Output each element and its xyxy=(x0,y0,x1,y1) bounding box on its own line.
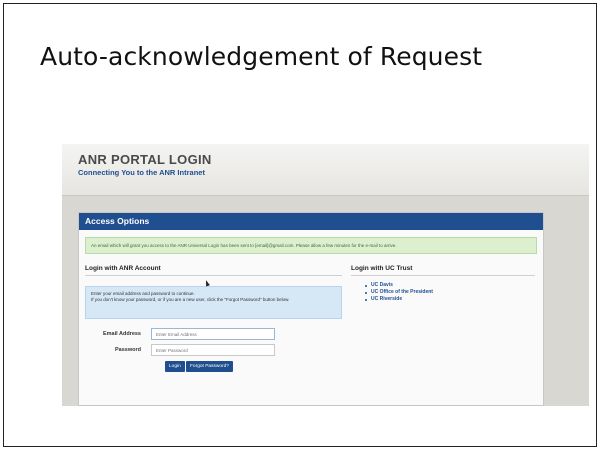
portal-screenshot: ANR PORTAL LOGIN Connecting You to the A… xyxy=(62,144,589,406)
button-row: Login Forgot Password? xyxy=(85,361,342,374)
anr-login-heading: Login with ANR Account xyxy=(85,265,342,276)
info-line-2: If you don't know your password, or if y… xyxy=(91,296,290,302)
portal-subtitle: Connecting You to the ANR Intranet xyxy=(78,168,205,177)
uc-trust-section: Login with UC Trust UC Davis UC Office o… xyxy=(351,265,535,303)
uc-link-office-president[interactable]: UC Office of the President xyxy=(365,289,535,296)
password-row: Password xyxy=(85,344,342,357)
login-button[interactable]: Login xyxy=(165,361,185,372)
email-field[interactable] xyxy=(151,328,275,340)
access-options-panel: Access Options An email which will grant… xyxy=(78,212,544,406)
email-label: Email Address xyxy=(102,331,141,337)
anr-login-section: Login with ANR Account Enter your email … xyxy=(85,265,342,372)
uc-links: UC Davis UC Office of the President UC R… xyxy=(351,282,535,303)
portal-header: ANR PORTAL LOGIN Connecting You to the A… xyxy=(62,144,589,196)
forgot-password-button[interactable]: Forgot Password? xyxy=(186,361,233,372)
uc-link-davis[interactable]: UC Davis xyxy=(365,282,535,289)
password-field[interactable] xyxy=(151,344,275,356)
panel-title: Access Options xyxy=(79,213,543,230)
uc-trust-heading: Login with UC Trust xyxy=(351,265,535,276)
email-row: Email Address xyxy=(85,328,342,341)
slide: Auto-acknowledgement of Request ANR PORT… xyxy=(3,3,597,447)
uc-link-riverside[interactable]: UC Riverside xyxy=(365,296,535,303)
portal-title: ANR PORTAL LOGIN xyxy=(78,152,212,167)
slide-title: Auto-acknowledgement of Request xyxy=(40,42,483,71)
success-notice: An email which will grant you access to … xyxy=(85,237,537,254)
mouse-cursor-icon xyxy=(204,279,210,287)
login-info-box: Enter your email address and password to… xyxy=(85,286,342,319)
password-label: Password xyxy=(115,347,141,353)
